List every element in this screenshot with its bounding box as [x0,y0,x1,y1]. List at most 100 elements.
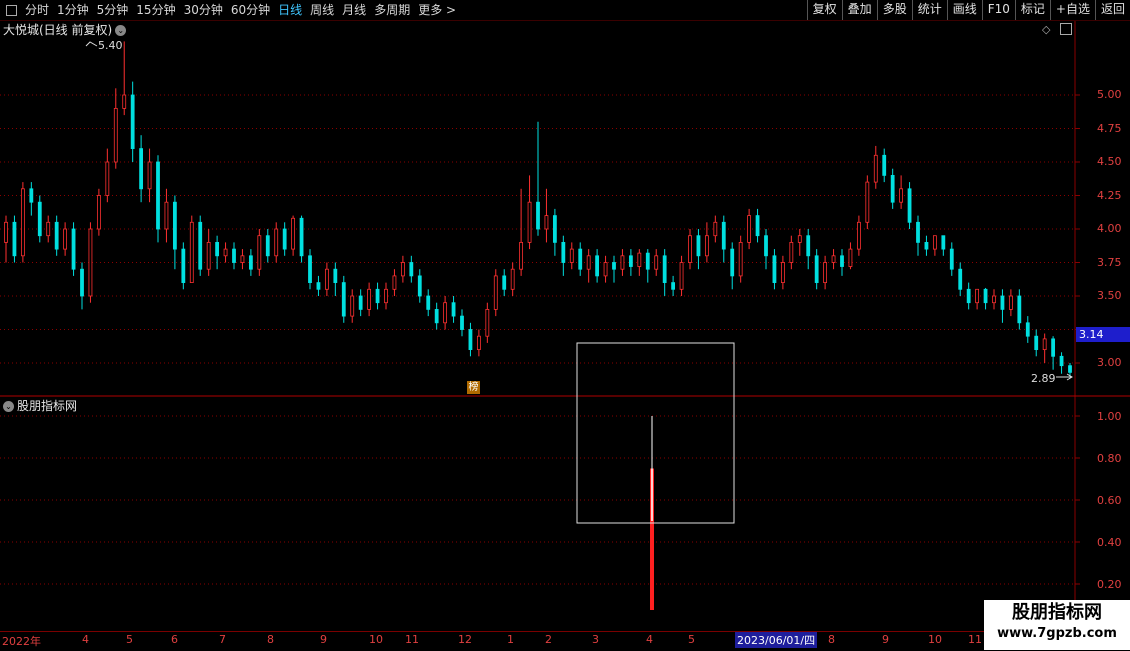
candle-body [595,255,600,277]
date-tick: 12 [458,633,472,646]
kline-chart[interactable] [0,0,1130,650]
price-tick: 4.00 [1097,222,1122,235]
indicator-tick: 0.80 [1097,452,1122,465]
candle-body [248,255,253,270]
candle-body [485,308,490,337]
candle-body [527,201,532,243]
candle-body [113,108,118,163]
selected-date: 2023/06/01/四 [735,632,818,648]
candle-body [823,262,828,284]
candle-body [890,174,895,203]
diamond-icon[interactable]: ◇ [1042,23,1050,36]
candle-body [772,255,777,284]
candle-body [721,221,726,250]
indicator-series [650,416,654,610]
low-price-label: 2.89 [1031,372,1056,385]
candle-body [662,255,667,284]
date-tick: 8 [267,633,274,646]
watermark-url: www.7gpzb.com [997,626,1117,641]
candle-body [806,235,811,257]
candle-body [856,221,861,250]
rank-badge[interactable]: 榜 [467,381,480,394]
date-tick: 10 [928,633,942,646]
candle-body [384,288,388,304]
candle-body [882,154,887,176]
candle-body [738,241,743,277]
candle-body [476,335,481,351]
candle-body [966,288,971,304]
date-tick: 2 [545,633,552,646]
candle-body [291,217,296,250]
candle-body [975,288,980,304]
candle-body [172,201,177,250]
candle-body [46,221,51,237]
candle-body [949,248,954,270]
candle-body [417,275,422,297]
candle-body [814,255,819,284]
candle-body [780,262,785,284]
date-tick: 10 [369,633,383,646]
date-tick: 4 [646,633,653,646]
candle-body [265,235,270,257]
candle-body [400,262,405,277]
candle-body [1025,322,1030,337]
candle-body [865,181,870,223]
watermark-title: 股朋指标网 [1012,602,1102,623]
candle-body [316,282,321,290]
candle-body [916,221,920,243]
indicator-tick: 0.40 [1097,536,1122,549]
dropdown-circle-icon[interactable]: ⌄ [115,25,127,36]
candle-body [1017,295,1022,324]
candle-body [122,94,127,109]
indicator-tick: 0.60 [1097,494,1122,507]
selection-box [576,342,735,524]
price-grid [0,94,1080,585]
candle-body [324,268,329,290]
candle-body [147,161,152,190]
candle-body [848,248,853,267]
candle-body [764,235,768,257]
price-tick: 3.00 [1097,356,1122,369]
indicator-dropdown-icon[interactable]: ⌄ [3,401,14,412]
candle-body [181,248,186,284]
watermark-logo: 股朋指标网 www.7gpzb.com [984,600,1130,650]
candle-body [282,228,287,250]
date-tick: 5 [688,633,695,646]
candle-body [688,235,692,263]
date-tick: 7 [219,633,226,646]
candle-body [105,161,110,196]
candle-body [899,188,904,203]
candle-body [341,282,346,317]
candle-body [333,268,338,284]
high-price-label: 5.40 [98,39,123,52]
candle-body [375,288,380,304]
candle-body [198,221,203,270]
candle-body [1034,335,1039,351]
candle-body [451,302,456,317]
date-tick: 11 [968,633,982,646]
stock-title: 大悦城(日线 前复权) [3,23,113,37]
candle-body [747,215,752,243]
date-tick: 8 [828,633,835,646]
candle-body [1051,338,1056,357]
candle-body [907,188,912,223]
candle-body [88,228,93,297]
candle-body [1068,365,1072,373]
candle-body [130,94,135,149]
candle-body [460,315,464,330]
date-tick: 5 [126,633,133,646]
date-tick: 2022年 [2,635,41,648]
candle-body [620,255,625,270]
candle-body [37,201,42,237]
candle-body [983,288,988,304]
date-axis: 2022年 4 5 6 7 8 9 10 11 12 1 2 3 4 5 202… [0,631,1075,651]
candle-body [730,248,735,277]
candle-body [443,302,448,324]
indicator-name: 股朋指标网 [17,399,78,413]
high-arrow-icon [85,41,98,47]
candle-body [704,235,709,257]
candle-body [1000,295,1005,310]
panel-layout-icon[interactable] [1060,23,1072,35]
date-tick: 3 [592,633,599,646]
price-tick: 4.25 [1097,189,1122,202]
